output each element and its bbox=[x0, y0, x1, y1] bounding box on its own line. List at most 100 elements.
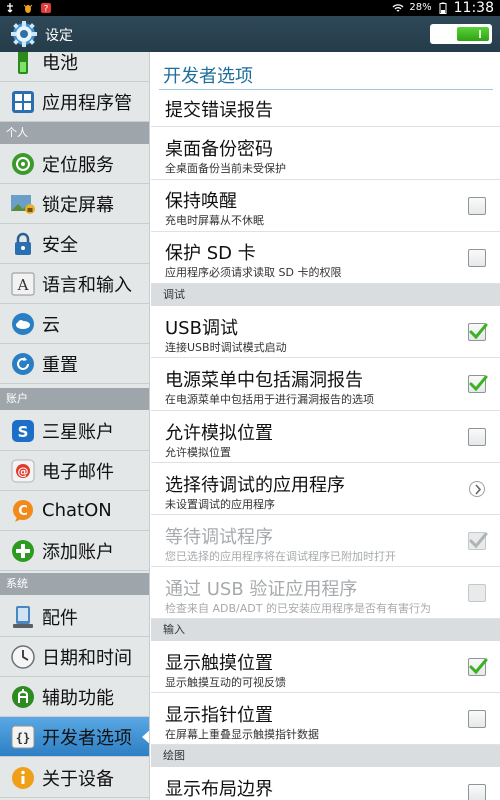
sidebar-item-reset[interactable]: 重置 bbox=[0, 344, 149, 384]
toggle-knob bbox=[457, 27, 489, 41]
battery-percent: 28% bbox=[409, 2, 432, 13]
developer-options-toggle[interactable] bbox=[430, 24, 492, 44]
sidebar-item-label: 锁定屏幕 bbox=[42, 194, 114, 216]
padlock-icon bbox=[10, 231, 36, 257]
row-verify-apps-over-usb: 通过 USB 验证应用程序 检查来自 ADB/ADT 的已安装应用程序是否有有害… bbox=[151, 567, 500, 619]
sidebar-item-accessory[interactable]: 配件 bbox=[0, 597, 149, 637]
sidebar-item-accessibility[interactable]: 辅助功能 bbox=[0, 677, 149, 717]
row-subtitle: 检查来自 ADB/ADT 的已安装应用程序是否有有害行为 bbox=[165, 602, 431, 615]
row-show-layout-bounds[interactable]: 显示布局边界 bbox=[151, 767, 500, 800]
debug-bug-icon bbox=[23, 4, 33, 13]
section-header-drawing: 绘图 bbox=[151, 745, 500, 767]
clock-time: 11:38 bbox=[453, 0, 494, 16]
lock-screen-icon bbox=[10, 191, 36, 217]
usb-icon bbox=[7, 3, 13, 13]
add-account-icon bbox=[10, 538, 36, 564]
chevron-right-icon[interactable] bbox=[469, 481, 485, 497]
sidebar-item-label: 开发者选项 bbox=[42, 727, 132, 749]
svg-text:A: A bbox=[17, 276, 29, 294]
sidebar-item-language[interactable]: A 语言和输入 bbox=[0, 264, 149, 304]
sidebar-item-battery[interactable]: 电池 bbox=[0, 52, 149, 82]
wifi-icon bbox=[392, 4, 404, 12]
sidebar-item-label: ChatON bbox=[42, 500, 112, 521]
sidebar-item-label: 应用程序管 bbox=[42, 92, 132, 114]
sidebar-item-lock-screen[interactable]: 锁定屏幕 bbox=[0, 184, 149, 224]
sidebar-item-label: 定位服务 bbox=[42, 154, 114, 176]
row-pointer-location[interactable]: 显示指针位置 在屏幕上重叠显示触摸指针数据 bbox=[151, 693, 500, 745]
sidebar-item-label: 安全 bbox=[42, 234, 78, 256]
location-icon bbox=[10, 151, 36, 177]
settings-gear-icon[interactable] bbox=[8, 18, 40, 50]
sidebar-section-accounts: 账户 bbox=[0, 388, 149, 410]
sidebar-item-developer-options[interactable]: {} 开发者选项 bbox=[0, 717, 149, 757]
sidebar-item-label: 配件 bbox=[42, 607, 78, 629]
sidebar-item-label: 语言和输入 bbox=[42, 274, 132, 296]
sidebar-item-about-device[interactable]: 关于设备 bbox=[0, 758, 149, 798]
row-title: USB调试 bbox=[165, 318, 238, 339]
row-subtitle: 未设置调试的应用程序 bbox=[165, 498, 275, 511]
sidebar-item-chaton[interactable]: C ChatON bbox=[0, 491, 149, 531]
wait-for-debugger-checkbox bbox=[468, 532, 488, 550]
row-show-touches[interactable]: 显示触摸位置 显示触摸互动的可视反馈 bbox=[151, 641, 500, 693]
sidebar-item-label: 云 bbox=[42, 314, 60, 336]
sidebar-item-location[interactable]: 定位服务 bbox=[0, 144, 149, 184]
row-stay-awake[interactable]: 保持唤醒 充电时屏幕从不休眠 bbox=[151, 180, 500, 232]
svg-text:{}: {} bbox=[16, 731, 30, 745]
row-title: 保护 SD 卡 bbox=[165, 243, 256, 264]
sidebar-item-label: 添加账户 bbox=[42, 541, 114, 563]
pointer-location-checkbox[interactable] bbox=[468, 710, 486, 728]
row-bug-report-in-power-menu[interactable]: 电源菜单中包括漏洞报告 在电源菜单中包括用于进行漏洞报告的选项 bbox=[151, 358, 500, 411]
row-wait-for-debugger: 等待调试程序 您已选择的应用程序将在调试程序已附加时打开 bbox=[151, 515, 500, 567]
developer-options-panel: 开发者选项 提交错误报告 桌面备份密码 全桌面备份当前未受保护 保持唤醒 充电时… bbox=[151, 52, 500, 800]
layout-bounds-checkbox[interactable] bbox=[468, 784, 486, 800]
row-usb-debugging[interactable]: USB调试 连接USB时调试模式启动 bbox=[151, 306, 500, 358]
checkmark-icon bbox=[469, 323, 488, 340]
show-touches-checkbox[interactable] bbox=[468, 658, 488, 676]
sidebar-item-add-account[interactable]: 添加账户 bbox=[0, 531, 149, 571]
row-desktop-backup-password[interactable]: 桌面备份密码 全桌面备份当前未受保护 bbox=[151, 127, 500, 180]
row-subtitle: 连接USB时调试模式启动 bbox=[165, 341, 287, 354]
svg-text:C: C bbox=[18, 504, 28, 519]
sidebar-item-samsung-account[interactable]: S 三星账户 bbox=[0, 411, 149, 451]
row-subtitle: 在电源菜单中包括用于进行漏洞报告的选项 bbox=[165, 393, 374, 406]
svg-text:@: @ bbox=[18, 465, 29, 478]
sidebar-item-email[interactable]: @ 电子邮件 bbox=[0, 451, 149, 491]
usb-debugging-checkbox[interactable] bbox=[468, 323, 488, 341]
sidebar-item-apps[interactable]: 应用程序管 bbox=[0, 82, 149, 122]
row-subtitle: 应用程序必须请求读取 SD 卡的权限 bbox=[165, 266, 342, 279]
sidebar-item-label: 重置 bbox=[42, 354, 78, 376]
sidebar-item-label: 关于设备 bbox=[42, 768, 114, 790]
sidebar-item-security[interactable]: 安全 bbox=[0, 224, 149, 264]
sidebar-item-cloud[interactable]: 云 bbox=[0, 304, 149, 344]
clock-icon bbox=[10, 644, 36, 670]
sidebar-section-personal: 个人 bbox=[0, 122, 149, 144]
row-title: 等待调试程序 bbox=[165, 527, 273, 548]
accessory-icon bbox=[10, 604, 36, 630]
svg-text:S: S bbox=[18, 423, 29, 441]
row-title: 允许模拟位置 bbox=[165, 423, 273, 444]
row-title: 提交错误报告 bbox=[165, 100, 273, 121]
row-title: 通过 USB 验证应用程序 bbox=[165, 579, 358, 600]
row-take-bug-report[interactable]: 提交错误报告 bbox=[151, 90, 500, 127]
sidebar-item-label: 电池 bbox=[42, 52, 78, 74]
row-allow-mock-locations[interactable]: 允许模拟位置 允许模拟位置 bbox=[151, 411, 500, 463]
checkmark-icon bbox=[469, 658, 488, 675]
row-subtitle: 允许模拟位置 bbox=[165, 446, 231, 459]
sidebar-section-system: 系统 bbox=[0, 573, 149, 595]
row-title: 显示指针位置 bbox=[165, 705, 273, 726]
developer-braces-icon: {} bbox=[10, 724, 36, 750]
stay-awake-checkbox[interactable] bbox=[468, 197, 486, 215]
row-select-debug-app[interactable]: 选择待调试的应用程序 未设置调试的应用程序 bbox=[151, 463, 500, 515]
status-bar: ? 28% 11:38 bbox=[0, 0, 500, 16]
section-header-input: 输入 bbox=[151, 619, 500, 641]
sidebar-item-date-time[interactable]: 日期和时间 bbox=[0, 637, 149, 677]
row-subtitle: 全桌面备份当前未受保护 bbox=[165, 162, 286, 175]
row-title: 显示触摸位置 bbox=[165, 653, 273, 674]
mock-locations-checkbox[interactable] bbox=[468, 428, 486, 446]
accessibility-icon bbox=[10, 684, 36, 710]
protect-sd-card-checkbox[interactable] bbox=[468, 249, 486, 267]
row-protect-sd-card[interactable]: 保护 SD 卡 应用程序必须请求读取 SD 卡的权限 bbox=[151, 232, 500, 284]
bug-report-power-menu-checkbox[interactable] bbox=[468, 375, 488, 393]
cloud-icon bbox=[10, 311, 36, 337]
info-icon bbox=[10, 765, 36, 791]
